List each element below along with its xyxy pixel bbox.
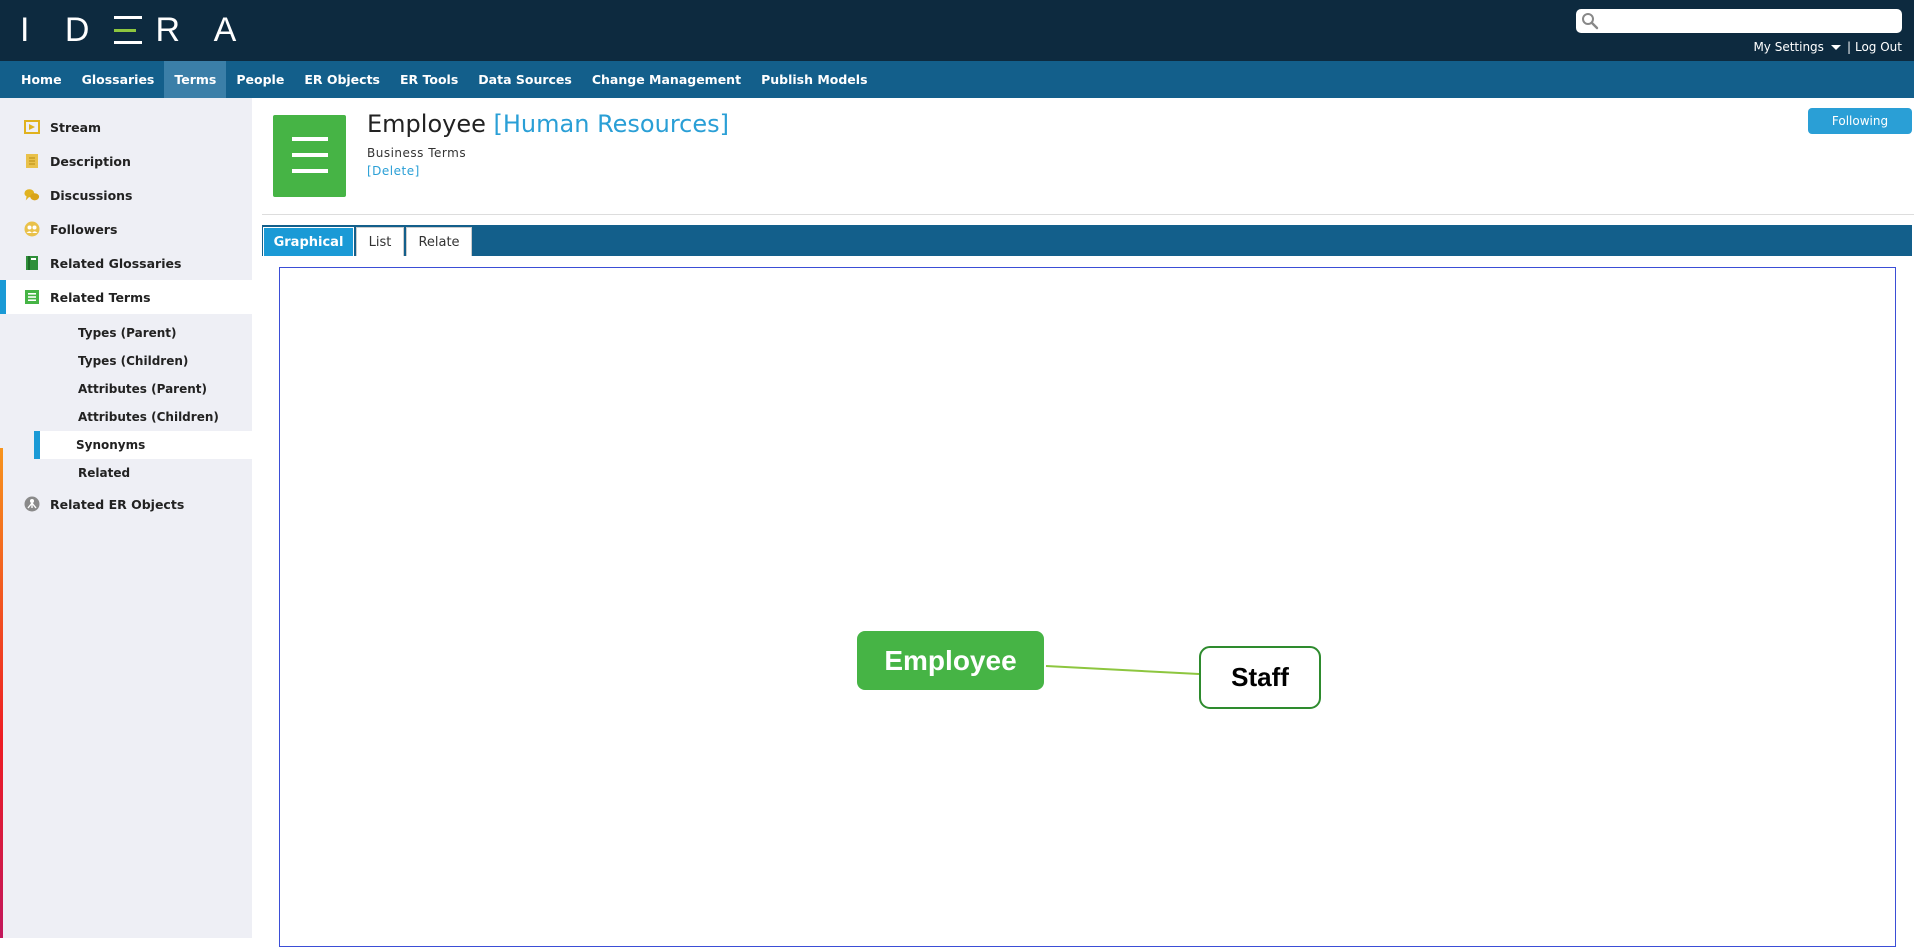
sidebar-subitem-types-parent[interactable]: Types (Parent) [0,319,252,347]
stream-icon [24,119,40,135]
sidebar-subitem-label: Attributes (Children) [78,410,219,424]
followers-icon [24,221,40,237]
sidebar-item-discussions[interactable]: Discussions [0,178,252,212]
sidebar-subitem-label: Synonyms [76,438,146,452]
term-glossary-link[interactable]: [Human Resources] [494,110,729,138]
sidebar-item-label: Related Glossaries [50,255,182,271]
nav-item-home[interactable]: Home [11,61,72,98]
sidebar-item-label: Discussions [50,187,133,203]
header-divider [262,214,1914,215]
tab-relate[interactable]: Relate [406,227,472,256]
following-button[interactable]: Following [1808,108,1912,134]
nav-item-glossaries[interactable]: Glossaries [72,61,165,98]
nav-item-data-sources[interactable]: Data Sources [468,61,582,98]
term-name: Employee [367,110,486,138]
sidebar-subitem-label: Types (Parent) [78,326,177,340]
sidebar-item-label: Followers [50,221,118,237]
sidebar-item-label: Description [50,153,131,169]
sidebar-subitem-attributes-children[interactable]: Attributes (Children) [0,403,252,431]
logo-e-mark [114,16,143,44]
sidebar-item-label: Stream [50,119,102,135]
sidebar-item-related-glossaries[interactable]: Related Glossaries [0,246,252,280]
nav-item-people[interactable]: People [226,61,294,98]
nav-item-change-management[interactable]: Change Management [582,61,751,98]
diagram-node-staff[interactable]: Staff [1199,646,1321,709]
tab-list[interactable]: List [356,227,404,256]
sidebar-item-stream[interactable]: Stream [0,110,252,144]
sidebar-item-description[interactable]: Description [0,144,252,178]
search-icon [1582,13,1599,30]
sidebar-subitem-attributes-parent[interactable]: Attributes (Parent) [0,375,252,403]
global-search[interactable] [1576,9,1902,33]
left-sidebar: Stream Description Discussions Followers… [0,98,252,938]
glossary-book-icon [24,255,40,271]
relationship-diagram-canvas[interactable] [279,267,1896,947]
main-nav: Home Glossaries Terms People ER Objects … [0,61,1914,98]
er-object-icon [24,496,40,512]
nav-item-er-tools[interactable]: ER Tools [390,61,468,98]
search-input[interactable] [1602,11,1898,31]
term-type: Business Terms [367,146,467,160]
page-title: Employee [Human Resources] [367,110,729,138]
my-settings-link[interactable]: My Settings [1753,40,1824,54]
sidebar-subitem-label: Related [78,466,131,480]
top-bar: I D R A My Settings | Log Out [0,0,1914,61]
nav-item-er-objects[interactable]: ER Objects [294,61,390,98]
user-menu-separator: | [1846,40,1851,54]
delete-link[interactable]: [Delete] [367,164,420,178]
nav-item-publish-models[interactable]: Publish Models [751,61,877,98]
idera-logo[interactable]: I D R A [20,11,249,49]
nav-item-terms[interactable]: Terms [164,61,227,98]
sidebar-accent-stripe [0,448,3,938]
sidebar-item-related-er-objects[interactable]: Related ER Objects [0,487,252,521]
tab-bar [262,225,1912,256]
sidebar-subitem-label: Attributes (Parent) [78,382,207,396]
sidebar-subitem-synonyms[interactable]: Synonyms [34,431,252,459]
discussions-icon [24,187,40,203]
sidebar-item-related-terms[interactable]: Related Terms [0,280,252,314]
sidebar-item-label: Related ER Objects [50,496,185,512]
sidebar-item-label: Related Terms [50,289,151,305]
tab-graphical[interactable]: Graphical [263,227,354,256]
term-icon [273,115,346,197]
sidebar-item-followers[interactable]: Followers [0,212,252,246]
user-menu: My Settings | Log Out [1753,40,1902,54]
sidebar-subitem-types-children[interactable]: Types (Children) [0,347,252,375]
sidebar-subitem-label: Types (Children) [78,354,189,368]
description-icon [24,153,40,169]
term-list-icon [24,289,40,305]
diagram-node-employee[interactable]: Employee [857,631,1044,690]
sidebar-subitem-related[interactable]: Related [0,459,252,487]
chevron-down-icon[interactable] [1830,44,1841,50]
log-out-link[interactable]: Log Out [1855,40,1902,54]
